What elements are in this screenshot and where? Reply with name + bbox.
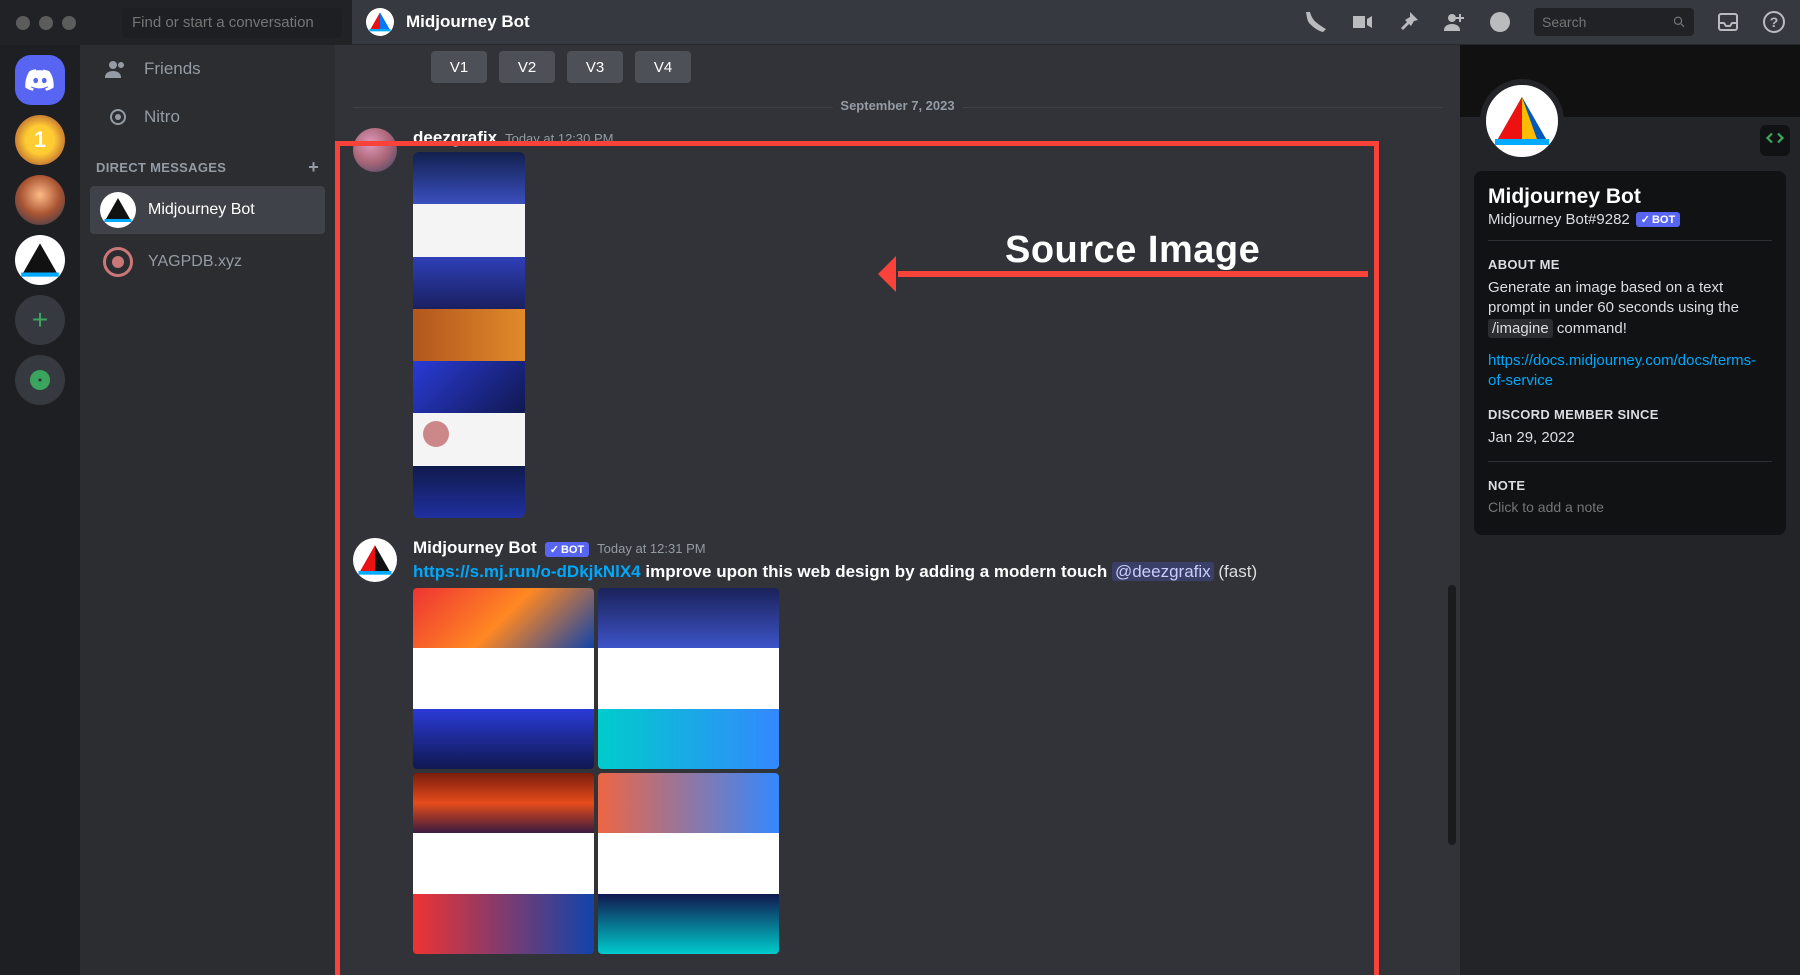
nitro-label: Nitro bbox=[144, 107, 180, 127]
note-input[interactable] bbox=[1488, 499, 1772, 515]
message-content: https://s.mj.run/o-dDkjkNlX4 improve upo… bbox=[413, 562, 1442, 582]
friends-icon bbox=[104, 57, 128, 81]
mode-text: (fast) bbox=[1218, 562, 1257, 581]
attachment-source-image[interactable] bbox=[413, 152, 525, 518]
midjourney-icon bbox=[1486, 85, 1558, 157]
annotation-arrow bbox=[898, 271, 1368, 277]
nitro-icon bbox=[104, 105, 128, 129]
dm-item-label: YAGPDB.xyz bbox=[148, 253, 242, 271]
date-label: September 7, 2023 bbox=[832, 98, 962, 113]
server-1[interactable]: 1 bbox=[15, 115, 65, 165]
profile-panel: Midjourney Bot Midjourney Bot#9282 ✓ BOT… bbox=[1460, 45, 1800, 975]
v1-button[interactable]: V1 bbox=[431, 51, 487, 83]
code-icon bbox=[1766, 129, 1784, 147]
nitro-tab[interactable]: Nitro bbox=[90, 95, 325, 139]
message-author[interactable]: deezgrafix bbox=[413, 128, 497, 148]
compass-icon bbox=[28, 368, 52, 392]
add-server-button[interactable]: + bbox=[15, 295, 65, 345]
new-dm-button[interactable]: + bbox=[308, 157, 319, 178]
channel-title: Midjourney Bot bbox=[406, 12, 530, 32]
search-box[interactable] bbox=[1534, 8, 1694, 36]
help-icon[interactable]: ? bbox=[1762, 10, 1786, 34]
server-2[interactable] bbox=[15, 175, 65, 225]
member-since-heading: DISCORD MEMBER SINCE bbox=[1488, 407, 1772, 422]
profile-icon[interactable] bbox=[1488, 10, 1512, 34]
midjourney-avatar-icon bbox=[100, 192, 136, 228]
midjourney-icon bbox=[366, 8, 394, 36]
annotation-label: Source Image bbox=[1005, 229, 1260, 272]
search-input[interactable] bbox=[1542, 14, 1672, 30]
dm-item-yagpdb[interactable]: YAGPDB.xyz bbox=[90, 238, 325, 286]
discord-icon bbox=[25, 68, 55, 92]
mention[interactable]: @deezgrafix bbox=[1112, 562, 1214, 581]
search-icon bbox=[1672, 14, 1686, 30]
server-3[interactable] bbox=[15, 235, 65, 285]
profile-name: Midjourney Bot bbox=[1488, 185, 1772, 209]
user-avatar[interactable] bbox=[353, 128, 397, 172]
about-text: Generate an image based on a text prompt… bbox=[1488, 278, 1772, 339]
dm-item-midjourney[interactable]: Midjourney Bot bbox=[90, 186, 325, 234]
profile-avatar[interactable] bbox=[1480, 79, 1564, 163]
dm-heading: DIRECT MESSAGES bbox=[96, 160, 226, 175]
profile-tag: Midjourney Bot#9282 bbox=[1488, 211, 1630, 228]
server-rail: 1 + bbox=[0, 45, 80, 975]
bot-tag: ✓ BOT bbox=[1636, 212, 1680, 227]
tos-link[interactable]: https://docs.midjourney.com/docs/terms-o… bbox=[1488, 352, 1756, 389]
prompt-text: improve upon this web design by adding a… bbox=[641, 562, 1112, 581]
midjourney-server-icon bbox=[15, 235, 65, 285]
friends-label: Friends bbox=[144, 59, 201, 79]
attachment-result-grid[interactable] bbox=[413, 588, 779, 954]
voice-call-icon[interactable] bbox=[1304, 10, 1328, 34]
dev-badge[interactable] bbox=[1760, 125, 1790, 156]
scrollbar[interactable] bbox=[1448, 585, 1456, 845]
inbox-icon[interactable] bbox=[1716, 10, 1740, 34]
window-traffic-lights[interactable] bbox=[0, 16, 76, 30]
member-since-value: Jan 29, 2022 bbox=[1488, 428, 1772, 448]
channel-header: Midjourney Bot bbox=[366, 8, 530, 36]
home-button[interactable] bbox=[15, 55, 65, 105]
message-timestamp: Today at 12:30 PM bbox=[505, 131, 613, 146]
pin-icon[interactable] bbox=[1396, 10, 1420, 34]
note-heading: NOTE bbox=[1488, 478, 1772, 493]
svg-text:?: ? bbox=[1770, 14, 1779, 30]
bot-avatar[interactable] bbox=[353, 538, 397, 582]
midjourney-icon bbox=[353, 538, 397, 582]
add-friend-icon[interactable] bbox=[1442, 10, 1466, 34]
friends-tab[interactable]: Friends bbox=[90, 47, 325, 91]
message-timestamp: Today at 12:31 PM bbox=[597, 541, 705, 556]
quick-switch-input[interactable] bbox=[122, 8, 342, 38]
v3-button[interactable]: V3 bbox=[567, 51, 623, 83]
slash-command: /imagine bbox=[1488, 319, 1553, 338]
prompt-url[interactable]: https://s.mj.run/o-dDkjkNlX4 bbox=[413, 562, 641, 581]
video-call-icon[interactable] bbox=[1350, 10, 1374, 34]
explore-button[interactable] bbox=[15, 355, 65, 405]
message-user: deezgrafix Today at 12:30 PM bbox=[353, 118, 1442, 528]
dm-item-label: Midjourney Bot bbox=[148, 201, 255, 219]
variation-buttons-row: V1 V2 V3 V4 bbox=[353, 45, 1442, 97]
yagpdb-avatar-icon bbox=[100, 244, 136, 280]
message-author[interactable]: Midjourney Bot bbox=[413, 538, 537, 558]
date-divider: September 7, 2023 bbox=[353, 107, 1442, 108]
message-bot: Midjourney Bot ✓ BOT Today at 12:31 PM h… bbox=[353, 528, 1442, 964]
bot-tag: ✓ BOT bbox=[545, 542, 589, 557]
about-heading: ABOUT ME bbox=[1488, 257, 1772, 272]
v2-button[interactable]: V2 bbox=[499, 51, 555, 83]
v4-button[interactable]: V4 bbox=[635, 51, 691, 83]
